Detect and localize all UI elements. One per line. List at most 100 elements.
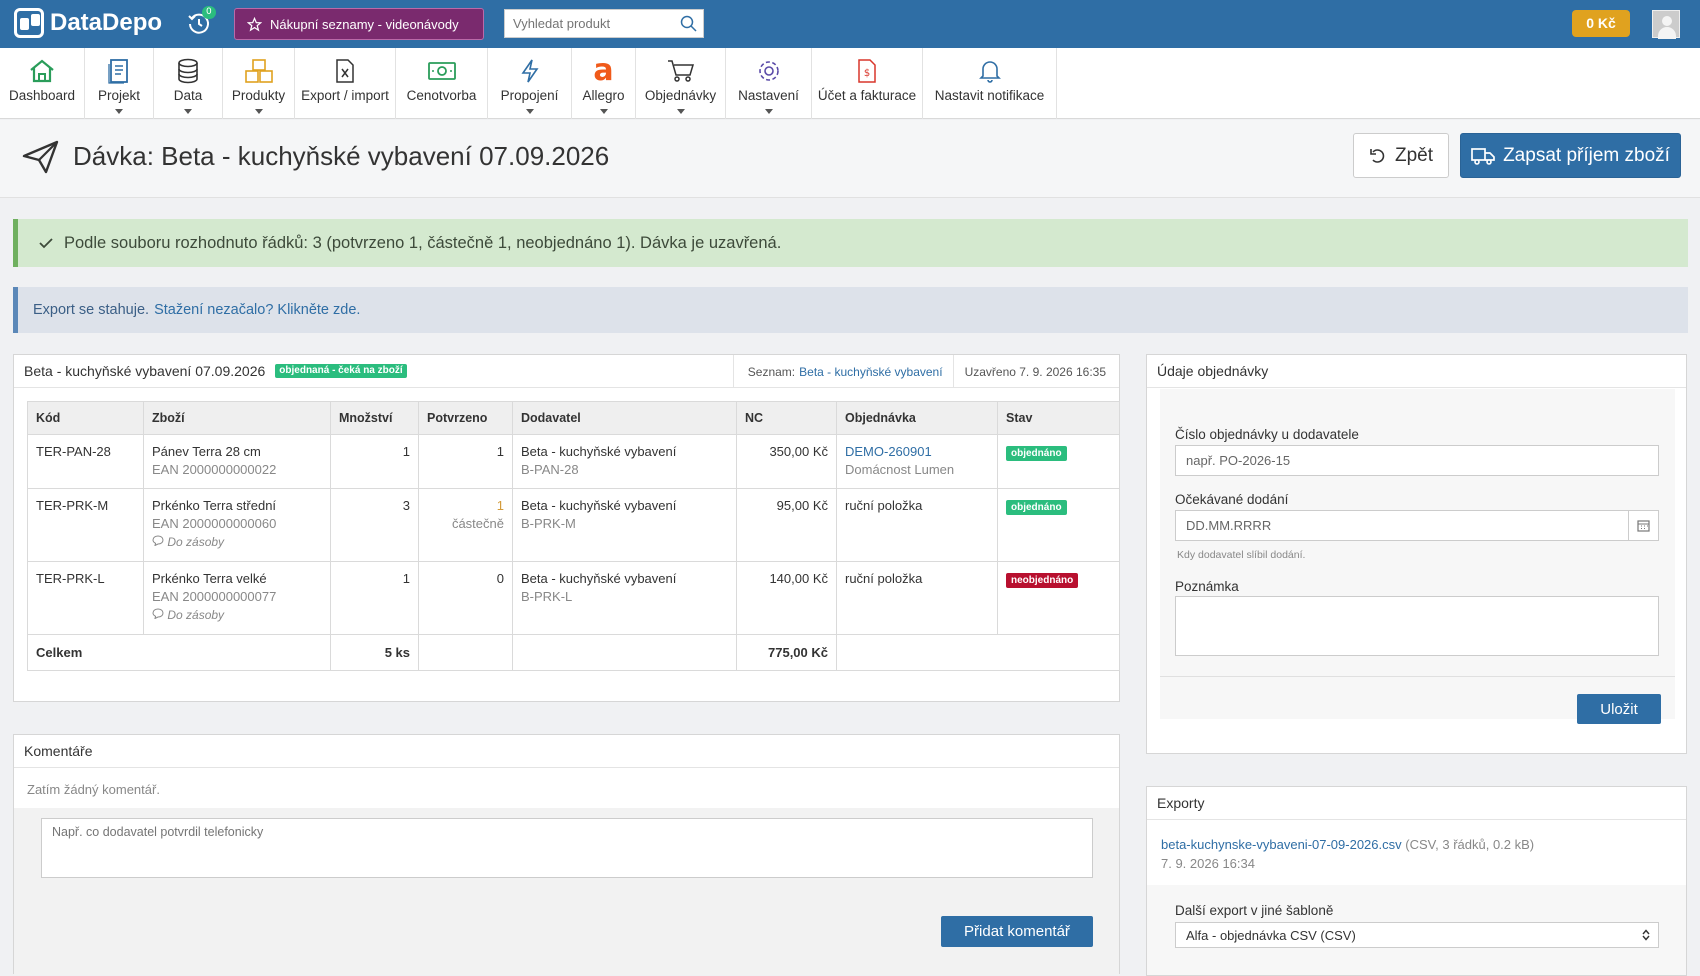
nav-label: Export / import	[301, 88, 389, 103]
table-total-row: Celkem 5 ks 775,00 Kč	[27, 634, 1120, 671]
export-file-row: beta-kuchynske-vybaveni-07-09-2026.csv (…	[1161, 837, 1534, 852]
cart-icon	[667, 60, 694, 82]
supplier-cell: Beta - kuchyňské vybavení B-PRK-M	[512, 488, 737, 562]
allegro-icon: a	[593, 53, 614, 88]
supplier-code: B-PRK-M	[521, 516, 576, 531]
save-button[interactable]: Uložit	[1577, 694, 1661, 724]
nav-export-import[interactable]: Export / import	[295, 48, 396, 119]
order-manual: ruční položka	[836, 488, 998, 562]
nav-projekt[interactable]: Projekt	[85, 48, 154, 119]
item-code: TER-PRK-L	[27, 561, 144, 635]
template-selected: Alfa - objednávka CSV (CSV)	[1186, 928, 1356, 943]
item-confirmed: 1	[496, 498, 504, 513]
nav-label: Data	[173, 88, 203, 103]
order-number-label: Číslo objednávky u dodavatele	[1175, 427, 1359, 442]
invoice-icon: $	[858, 59, 876, 83]
lightning-icon	[520, 59, 539, 83]
nav-produkty[interactable]: Produkty	[223, 48, 295, 119]
calendar-button[interactable]	[1628, 511, 1658, 540]
select-arrows-icon	[1642, 929, 1650, 941]
item-note-text: Do zásoby	[167, 608, 225, 622]
star-icon	[247, 16, 262, 31]
order-number-input[interactable]: např. PO-2026-15	[1175, 445, 1659, 476]
item-note-text: Do zásoby	[167, 535, 225, 549]
credit-button[interactable]: 0 Kč	[1572, 10, 1630, 37]
batch-status-badge: objednaná - čeká na zboží	[275, 364, 407, 378]
chevron-down-icon	[599, 109, 608, 114]
nav-allegro[interactable]: a Allegro	[572, 48, 636, 119]
paper-plane-icon	[22, 140, 59, 174]
comment-input[interactable]	[41, 818, 1093, 878]
batch-items-table: Kód Zboží Množství Potvrzeno Dodavatel N…	[27, 401, 1120, 671]
nav-cenotvorba[interactable]: Cenotvorba	[396, 48, 488, 119]
nav-label: Účet a fakturace	[817, 88, 917, 103]
add-comment-button[interactable]: Přidat komentář	[941, 916, 1093, 947]
item-code: TER-PAN-28	[27, 434, 144, 489]
calendar-icon	[1637, 520, 1650, 532]
batch-panel-header: Beta - kuchyňské vybavení 07.09.2026 obj…	[14, 355, 1119, 388]
list-link[interactable]: Beta - kuchyňské vybavení	[799, 365, 942, 379]
nav-notifikace[interactable]: Nastavit notifikace	[923, 48, 1057, 119]
item-cell: Prkénko Terra střední EAN 2000000000060 D…	[143, 488, 331, 562]
nav-objednavky[interactable]: Objednávky	[636, 48, 726, 119]
money-icon	[427, 62, 456, 80]
nav-label: Produkty	[231, 88, 286, 103]
nav-ucet-fakturace[interactable]: $ Účet a fakturace	[812, 48, 923, 119]
nav-label: Projekt	[97, 88, 141, 103]
promo-button[interactable]: Nákupní seznamy - videonávody	[234, 8, 484, 40]
exports-title: Exporty	[1147, 787, 1686, 820]
home-icon	[30, 59, 54, 83]
chevron-down-icon	[115, 109, 123, 114]
column-header: Zboží	[143, 401, 331, 435]
receive-goods-label: Zapsat příjem zboží	[1503, 144, 1670, 166]
export-file-meta: (CSV, 3 řádků, 0.2 kB)	[1405, 837, 1535, 852]
status-cell: neobjednáno	[997, 561, 1120, 635]
search-icon[interactable]	[680, 15, 697, 32]
order-info-panel: Údaje objednávky Číslo objednávky u doda…	[1146, 354, 1687, 754]
note-input[interactable]	[1175, 596, 1659, 656]
info-alert-text: Export se stahuje.	[33, 302, 150, 318]
template-select[interactable]: Alfa - objednávka CSV (CSV)	[1175, 922, 1659, 948]
download-retry-link[interactable]: Stažení nezačalo? Klikněte zde.	[154, 302, 360, 318]
logo-text: DataDepo	[50, 9, 163, 36]
status-badge: neobjednáno	[1006, 573, 1079, 588]
item-qty: 3	[330, 488, 419, 562]
search-input[interactable]	[505, 10, 665, 37]
item-note: Do zásoby	[152, 533, 322, 551]
table-row: TER-PRK-M Prkénko Terra střední EAN 20000…	[27, 488, 1120, 562]
nav-propojeni[interactable]: Propojení	[488, 48, 572, 119]
item-note: Do zásoby	[152, 606, 322, 624]
item-ean: EAN 2000000000060	[152, 516, 277, 531]
supplier-cell: Beta - kuchyňské vybavení B-PAN-28	[512, 434, 737, 489]
history-badge: 0	[202, 6, 216, 19]
item-price: 140,00 Kč	[736, 561, 837, 635]
other-export-form: Další export v jiné šabloně Alfa - objed…	[1147, 885, 1686, 975]
comments-panel: Komentáře Zatím žádný komentář. Přidat k…	[13, 734, 1120, 975]
order-customer: Domácnost Lumen	[845, 462, 955, 477]
receive-goods-button[interactable]: Zapsat příjem zboží	[1460, 133, 1681, 178]
item-name: Prkénko Terra střední	[152, 498, 277, 513]
nav-dashboard[interactable]: Dashboard	[0, 48, 85, 119]
export-file-link[interactable]: beta-kuchynske-vybaveni-07-09-2026.csv	[1161, 837, 1402, 852]
batch-name: Beta - kuchyňské vybavení 07.09.2026	[24, 363, 266, 379]
item-ean: EAN 2000000000077	[152, 589, 277, 604]
promo-label: Nákupní seznamy - videonávody	[270, 16, 459, 32]
avatar[interactable]	[1652, 10, 1680, 39]
item-confirmed: 0	[418, 561, 513, 635]
logo[interactable]: DataDepo	[14, 8, 162, 38]
comments-title: Komentáře	[14, 735, 1119, 768]
list-prefix: Seznam:	[747, 364, 796, 379]
supplier-name: Beta - kuchyňské vybavení	[521, 498, 677, 513]
success-alert-text: Podle souboru rozhodnuto řádků: 3 (potvr…	[64, 233, 782, 252]
delivery-date-input[interactable]: DD.MM.RRRR	[1175, 510, 1659, 541]
nav-nastaveni[interactable]: Nastavení	[726, 48, 812, 119]
success-alert: Podle souboru rozhodnuto řádků: 3 (potvr…	[13, 219, 1688, 267]
column-header: Množství	[330, 401, 419, 435]
comment-icon	[152, 608, 164, 620]
comment-form: Přidat komentář	[14, 808, 1119, 975]
nav-data[interactable]: Data	[154, 48, 223, 119]
table-header-row: Kód Zboží Množství Potvrzeno Dodavatel N…	[27, 401, 1120, 435]
column-header: Objednávka	[836, 401, 998, 435]
order-link[interactable]: DEMO-260901	[845, 443, 989, 461]
back-button[interactable]: Zpět	[1353, 133, 1449, 178]
